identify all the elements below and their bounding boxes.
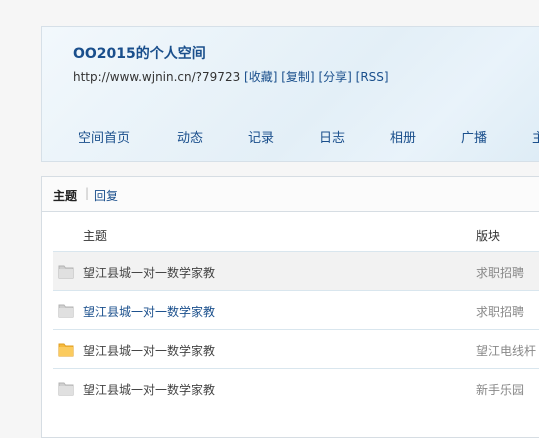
folder-gray-icon [58, 304, 74, 318]
folder-gray-icon [58, 382, 74, 396]
share-link[interactable]: [分享] [318, 70, 351, 84]
nav-item-records[interactable]: 记录 [248, 127, 274, 146]
table-header: 主题 版块 [53, 217, 539, 249]
rss-link[interactable]: [RSS] [356, 70, 389, 84]
space-nav: 空间首页 动态 记录 日志 相册 广播 主 [42, 127, 539, 149]
thread-forum[interactable]: 求职招聘 [476, 264, 524, 281]
thread-tabs: 主题 | 回复 [42, 177, 539, 212]
space-url[interactable]: http://www.wjnin.cn/?79723 [73, 70, 240, 84]
folder-gray-icon [58, 265, 74, 279]
thread-forum[interactable]: 新手乐园 [476, 381, 524, 398]
nav-item-more[interactable]: 主 [532, 127, 539, 146]
table-row[interactable]: 望江县城一对一数学家教 求职招聘 [53, 251, 539, 290]
nav-item-broadcast[interactable]: 广播 [461, 127, 487, 146]
copy-link[interactable]: [复制] [281, 70, 314, 84]
favorite-link[interactable]: [收藏] [244, 70, 277, 84]
column-forum: 版块 [476, 229, 501, 243]
folder-yellow-icon [58, 343, 74, 357]
column-subject: 主题 [83, 229, 108, 243]
table-row[interactable]: 望江县城一对一数学家教 新手乐园 [53, 368, 539, 407]
thread-subject[interactable]: 望江县城一对一数学家教 [83, 264, 215, 281]
tab-replies[interactable]: 回复 [94, 187, 118, 204]
thread-forum[interactable]: 求职招聘 [476, 303, 524, 320]
nav-item-album[interactable]: 相册 [390, 127, 416, 146]
space-header: OO2015的个人空间 http://www.wjnin.cn/?79723 [… [41, 26, 539, 162]
nav-item-home[interactable]: 空间首页 [78, 127, 130, 146]
threads-panel: 主题 | 回复 主题 版块 望江县城一对一数学家教 求职招聘 望江县城一对一数学… [41, 176, 539, 438]
thread-subject[interactable]: 望江县城一对一数学家教 [83, 342, 215, 359]
tab-threads[interactable]: 主题 [53, 187, 77, 204]
thread-forum[interactable]: 望江电线杆 [476, 342, 536, 359]
thread-subject[interactable]: 望江县城一对一数学家教 [83, 381, 215, 398]
space-title[interactable]: OO2015的个人空间 [73, 43, 206, 63]
nav-item-blog[interactable]: 日志 [319, 127, 345, 146]
table-row[interactable]: 望江县城一对一数学家教 望江电线杆 [53, 329, 539, 368]
space-url-line: http://www.wjnin.cn/?79723 [收藏] [复制] [分享… [73, 68, 389, 85]
nav-item-feed[interactable]: 动态 [177, 127, 203, 146]
thread-subject[interactable]: 望江县城一对一数学家教 [83, 303, 215, 320]
table-row[interactable]: 望江县城一对一数学家教 求职招聘 [53, 290, 539, 329]
tab-separator: | [85, 186, 90, 200]
